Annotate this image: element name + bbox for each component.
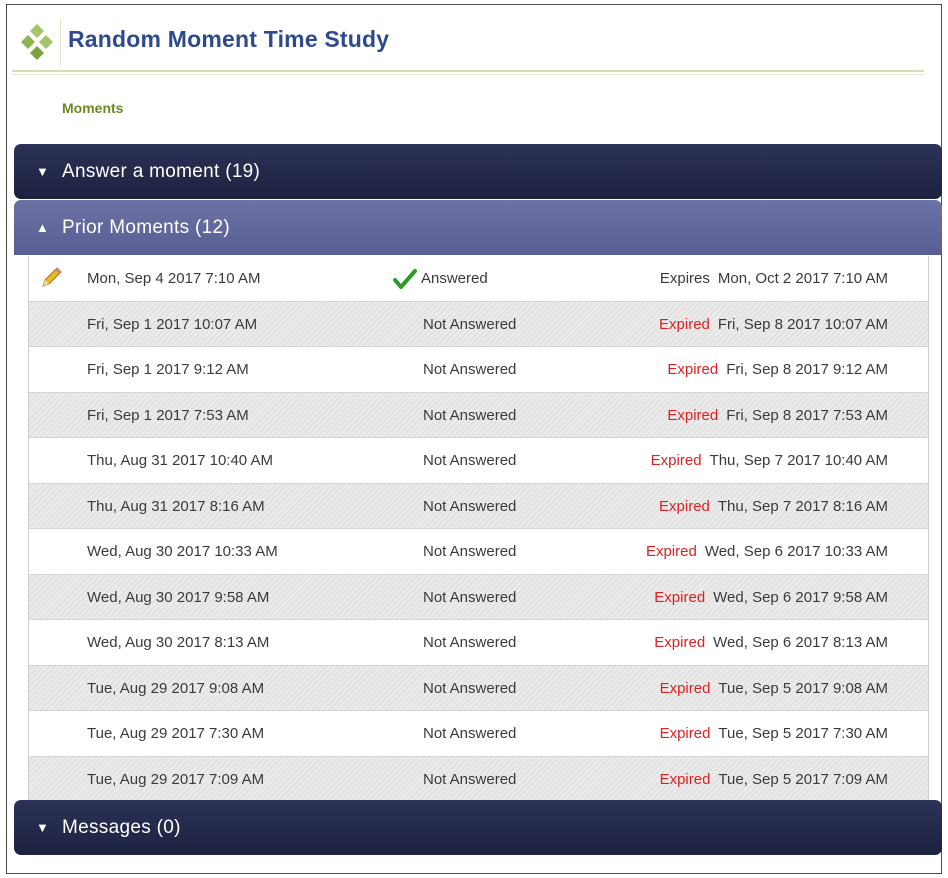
expiration-label: Expired [659, 679, 711, 697]
moment-status: Not Answered [423, 543, 517, 560]
expiration-date: Fri, Sep 8 2017 7:53 AM [726, 406, 888, 424]
table-row[interactable]: Wed, Aug 30 2017 8:13 AM Not Answered Expi… [29, 620, 928, 666]
moment-status: Not Answered [423, 497, 517, 515]
diamond-cluster-icon [21, 24, 53, 60]
expiration-label: Expired [650, 452, 702, 469]
pencil-icon[interactable] [39, 266, 63, 290]
expiration-label: Expired [659, 497, 710, 515]
breadcrumb-moments[interactable]: Moments [62, 100, 123, 116]
table-row[interactable]: Thu, Aug 31 2017 8:16 AM Not Answered Expi… [29, 483, 928, 529]
expiration-info: Expires Mon, Oct 2 2017 7:10 AM [660, 270, 888, 287]
expiration-info: Expired Thu, Sep 7 2017 8:16 AM [659, 498, 888, 515]
expiration-label: Expired [659, 725, 711, 742]
expiration-label: Expired [654, 588, 706, 606]
moment-date: Fri, Sep 1 2017 7:53 AM [87, 406, 249, 424]
moment-date: Fri, Sep 1 2017 10:07 AM [87, 315, 258, 333]
moment-status: Not Answered [423, 452, 517, 469]
prior-moments-label: Prior Moments (12) [62, 216, 230, 238]
moment-status: Not Answered [423, 770, 517, 788]
moment-date: Thu, Aug 31 2017 10:40 AM [87, 452, 273, 469]
moment-status: Not Answered [423, 361, 517, 378]
moment-date: Mon, Sep 4 2017 7:10 AM [87, 270, 261, 287]
moment-status: Not Answered [423, 679, 517, 697]
expiration-date: Wed, Sep 6 2017 9:58 AM [713, 588, 888, 606]
prior-moments-table: Mon, Sep 4 2017 7:10 AM Answered Expires Mo… [28, 256, 929, 802]
moment-date: Wed, Aug 30 2017 9:58 AM [87, 588, 270, 606]
chevron-down-icon: ▼ [36, 164, 50, 179]
moment-date: Tue, Aug 29 2017 9:08 AM [87, 679, 265, 697]
expiration-date: Thu, Sep 7 2017 10:40 AM [709, 452, 888, 469]
expiration-date: Thu, Sep 7 2017 8:16 AM [717, 497, 888, 515]
prior-moments-panel-toggle[interactable]: ▲ Prior Moments (12) [14, 200, 942, 255]
moment-status: Not Answered [423, 406, 517, 424]
moment-status: Not Answered [423, 725, 517, 742]
moment-date: Wed, Aug 30 2017 10:33 AM [87, 543, 278, 560]
expiration-date: Wed, Sep 6 2017 8:13 AM [713, 634, 888, 651]
expiration-date: Tue, Sep 5 2017 7:09 AM [718, 770, 888, 788]
expiration-date: Fri, Sep 8 2017 9:12 AM [726, 361, 888, 378]
moment-status: Answered [421, 270, 488, 287]
expiration-date: Wed, Sep 6 2017 10:33 AM [704, 543, 888, 560]
moment-date: Wed, Aug 30 2017 8:13 AM [87, 634, 270, 651]
expiration-label: Expired [645, 543, 697, 560]
table-row[interactable]: Fri, Sep 1 2017 10:07 AM Not Answered Expi… [29, 301, 928, 347]
expiration-info: Expired Tue, Sep 5 2017 7:30 AM [660, 725, 888, 742]
table-row[interactable]: Wed, Aug 30 2017 9:58 AM Not Answered Expi… [29, 574, 928, 620]
header-divider [12, 70, 924, 72]
expiration-info: Expired Fri, Sep 8 2017 10:07 AM [659, 316, 888, 333]
table-row[interactable]: Fri, Sep 1 2017 9:12 AM Not Answered Expir… [29, 347, 928, 393]
expiration-label: Expired [659, 770, 711, 788]
expiration-date: Mon, Oct 2 2017 7:10 AM [717, 270, 888, 287]
expiration-info: Expired Wed, Sep 6 2017 10:33 AM [646, 543, 888, 560]
moment-date: Tue, Aug 29 2017 7:30 AM [87, 725, 265, 742]
expiration-label: Expired [654, 634, 706, 651]
expiration-info: Expired Tue, Sep 5 2017 7:09 AM [660, 771, 888, 788]
expiration-info: Expired Wed, Sep 6 2017 8:13 AM [654, 634, 888, 651]
moment-status: Not Answered [423, 634, 517, 651]
moment-date: Tue, Aug 29 2017 7:09 AM [87, 770, 265, 788]
messages-panel-toggle[interactable]: ▼ Messages (0) [14, 800, 942, 855]
answer-moment-panel-toggle[interactable]: ▼ Answer a moment (19) [14, 144, 942, 199]
expiration-date: Tue, Sep 5 2017 9:08 AM [718, 679, 888, 697]
chevron-down-icon: ▼ [36, 820, 50, 835]
expiration-date: Fri, Sep 8 2017 10:07 AM [717, 315, 888, 333]
header-separator [60, 18, 61, 66]
table-row[interactable]: Wed, Aug 30 2017 10:33 AM Not Answered Exp… [29, 529, 928, 575]
page-title: Random Moment Time Study [68, 26, 390, 52]
moment-status: Not Answered [423, 588, 517, 606]
moment-date: Thu, Aug 31 2017 8:16 AM [87, 497, 265, 515]
checkmark-icon [393, 269, 417, 289]
header-divider-secondary [12, 74, 924, 75]
expiration-info: Expired Thu, Sep 7 2017 10:40 AM [651, 452, 888, 469]
table-row[interactable]: Tue, Aug 29 2017 7:30 AM Not Answered Expi… [29, 711, 928, 757]
expiration-label: Expires [659, 270, 710, 287]
answer-moment-label: Answer a moment (19) [62, 160, 261, 182]
table-row[interactable]: Thu, Aug 31 2017 10:40 AM Not Answered Exp… [29, 438, 928, 484]
expiration-date: Tue, Sep 5 2017 7:30 AM [718, 725, 888, 742]
moment-status: Not Answered [423, 315, 517, 333]
expiration-info: Expired Wed, Sep 6 2017 9:58 AM [654, 589, 888, 606]
expiration-info: Expired Tue, Sep 5 2017 9:08 AM [660, 680, 888, 697]
expiration-label: Expired [659, 315, 710, 333]
table-row[interactable]: Fri, Sep 1 2017 7:53 AM Not Answered Expir… [29, 392, 928, 438]
table-row[interactable]: Mon, Sep 4 2017 7:10 AM Answered Expires Mo… [29, 256, 928, 302]
table-row[interactable]: Tue, Aug 29 2017 7:09 AM Not Answered Expi… [29, 756, 928, 802]
messages-label: Messages (0) [62, 816, 181, 838]
chevron-up-icon: ▲ [36, 220, 50, 235]
expiration-info: Expired Fri, Sep 8 2017 9:12 AM [667, 361, 888, 378]
expiration-info: Expired Fri, Sep 8 2017 7:53 AM [667, 407, 888, 424]
expiration-label: Expired [667, 406, 719, 424]
table-row[interactable]: Tue, Aug 29 2017 9:08 AM Not Answered Expi… [29, 665, 928, 711]
moment-date: Fri, Sep 1 2017 9:12 AM [87, 361, 249, 378]
expiration-label: Expired [667, 361, 719, 378]
app-header: Random Moment Time Study [12, 18, 924, 76]
